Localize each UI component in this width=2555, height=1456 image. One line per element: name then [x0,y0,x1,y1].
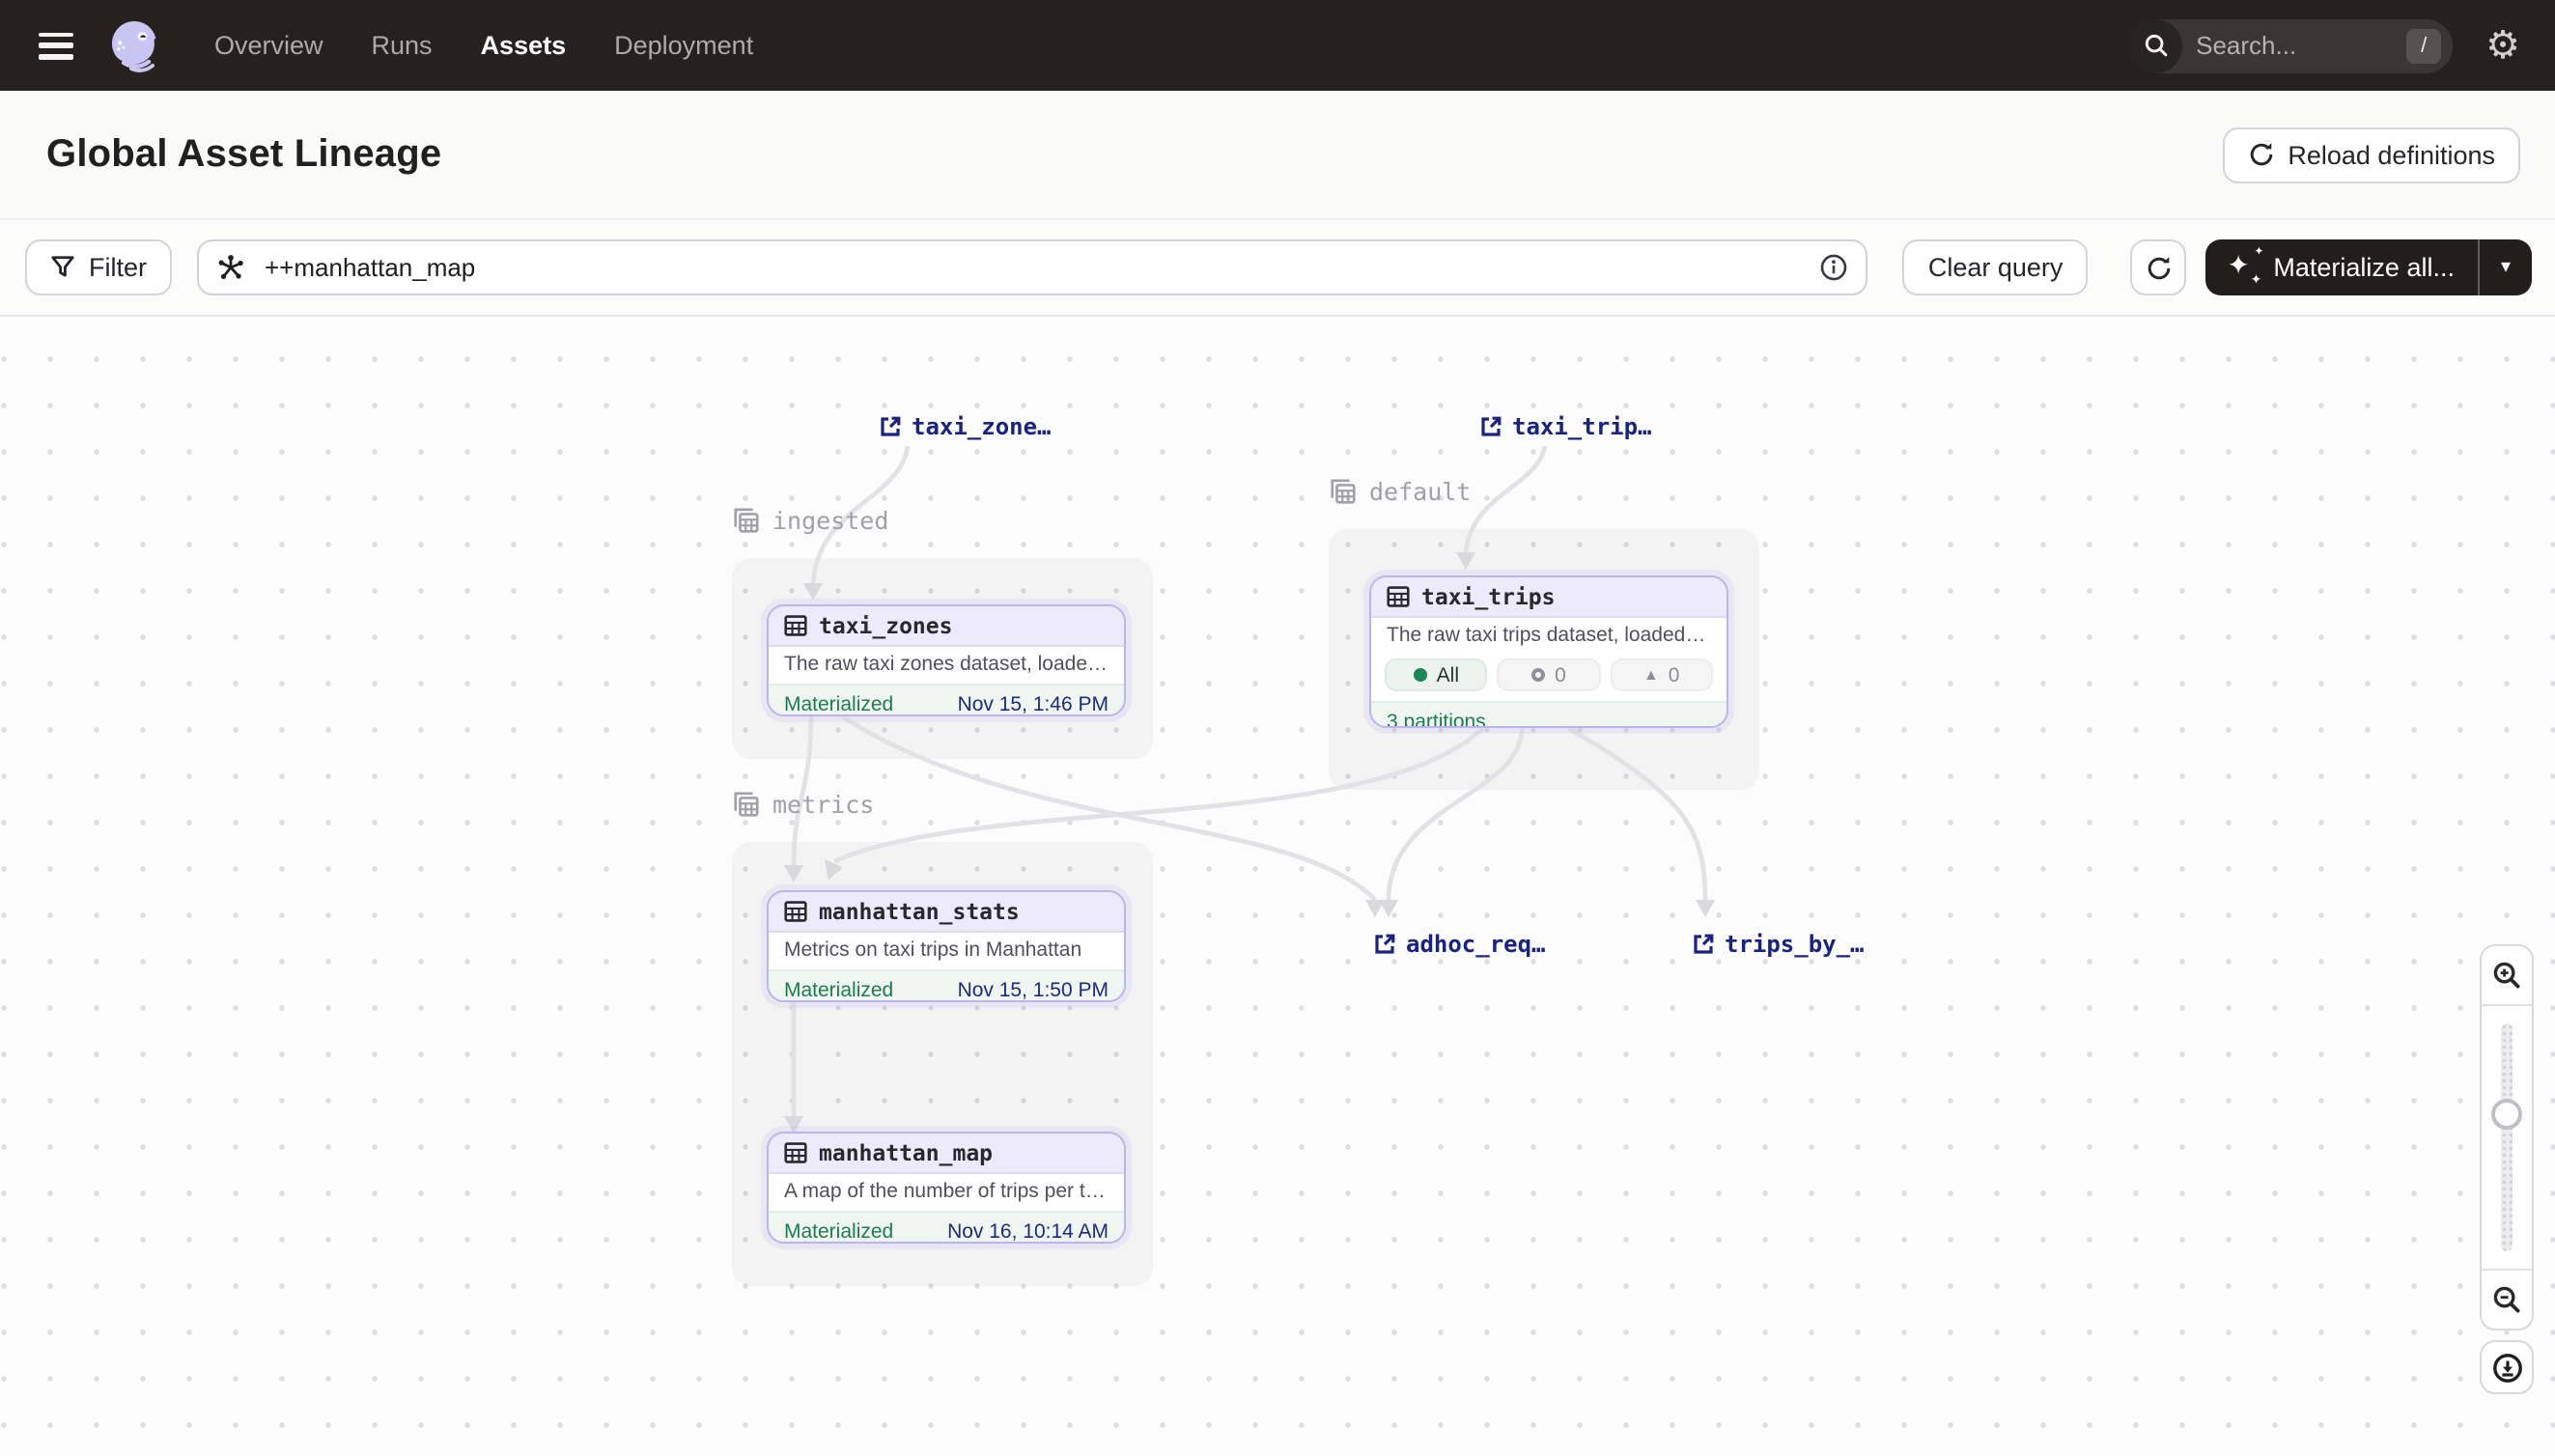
refresh-button[interactable] [2130,239,2186,295]
asset-node-manhattan-map[interactable]: manhattan_map A map of the number of tri… [767,1132,1126,1244]
external-link-icon [1373,933,1396,956]
app-root: Overview Runs Assets Deployment / ⚙ Glob… [0,0,2555,1456]
lineage-edges [0,317,2555,1454]
table-icon [784,1141,807,1164]
reload-icon [2247,141,2274,168]
materialize-all-button[interactable]: ✦ ✦ ✦ Materialize all... ▾ [2205,239,2532,295]
partitions-count: 3 partitions [1387,711,1486,728]
zoom-slider-handle[interactable] [2491,1099,2522,1130]
materialization-timestamp: Nov 15, 1:50 PM [958,978,1109,1001]
materialize-dropdown-caret[interactable]: ▾ [2480,239,2532,295]
triangle-icon: ▲ [1643,667,1659,683]
nav-menu: Overview Runs Assets Deployment [214,31,753,60]
asset-description: A map of the number of trips per taxi zo… [769,1174,1124,1211]
search-shortcut-badge: / [2406,28,2441,63]
query-info-icon[interactable] [1820,253,1849,282]
clear-query-button[interactable]: Clear query [1903,239,2089,295]
nav-item-assets[interactable]: Assets [481,31,567,60]
materialization-timestamp: Nov 15, 1:46 PM [958,692,1109,715]
status-badge: Materialized [784,692,893,715]
asset-description: Metrics on taxi trips in Manhattan [769,933,1124,969]
asset-node-taxi-zones[interactable]: taxi_zones The raw taxi zones dataset, l… [767,604,1126,716]
download-icon [2490,1351,2523,1384]
zoom-out-button[interactable] [2482,1271,2532,1329]
partition-pill-failed[interactable]: ▲ 0 [1610,658,1713,691]
nav-item-runs[interactable]: Runs [372,31,433,60]
dagster-logo[interactable] [106,16,164,74]
group-icon [732,790,761,819]
group-icon [732,506,761,535]
external-asset-link-taxi-trip[interactable]: taxi_trip… [1479,413,1652,440]
partition-pill-missing[interactable]: 0 [1498,658,1601,691]
external-asset-link-trips-by[interactable]: trips_by_… [1692,931,1865,958]
filter-funnel-icon [50,255,75,280]
search-box[interactable]: / [2128,18,2453,72]
partition-pill-all[interactable]: All [1385,658,1488,691]
external-link-icon [879,415,902,438]
filter-button[interactable]: Filter [25,239,172,295]
zoom-slider-track [2501,1023,2513,1251]
asset-node-taxi-trips[interactable]: taxi_trips The raw taxi trips dataset, l… [1369,575,1728,728]
menu-icon[interactable] [39,32,73,59]
zoom-slider[interactable] [2482,1004,2532,1271]
zoom-panel [2480,944,2534,1330]
table-icon [1387,585,1410,608]
asset-description: The raw taxi trips dataset, loaded into … [1371,618,1727,655]
top-nav: Overview Runs Assets Deployment / ⚙ [0,0,2555,91]
refresh-icon [2145,254,2172,281]
asset-query-input[interactable] [261,251,1805,284]
sparkle-icon: ✦ ✦ ✦ [2229,253,2258,282]
external-link-icon [1692,933,1715,956]
group-label-metrics[interactable]: metrics [732,790,874,819]
asset-description: The raw taxi zones dataset, loaded into … [769,647,1124,684]
materialization-timestamp: Nov 16, 10:14 AM [947,1219,1109,1243]
lineage-toolbar: Filter Clear query [0,220,2555,317]
search-icon [2128,18,2182,72]
external-asset-link-adhoc-req[interactable]: adhoc_req… [1373,931,1546,958]
zoom-in-icon [2491,960,2522,991]
nav-item-deployment[interactable]: Deployment [614,31,753,60]
download-view-button[interactable] [2480,1340,2534,1394]
green-dot-icon [1414,668,1427,682]
settings-gear-icon[interactable]: ⚙ [2485,26,2520,65]
lineage-canvas[interactable]: ingested default metrics taxi_zone… taxi… [0,317,2555,1454]
hollow-circle-icon [1531,668,1545,682]
reload-definitions-button[interactable]: Reload definitions [2222,126,2520,182]
group-label-default[interactable]: default [1329,477,1471,506]
external-asset-link-taxi-zone[interactable]: taxi_zone… [879,413,1052,440]
group-icon [1329,477,1358,506]
zoom-in-button[interactable] [2482,946,2532,1004]
asset-query-input-wrapper[interactable] [197,239,1868,295]
nav-item-overview[interactable]: Overview [214,31,323,60]
page-header: Global Asset Lineage Reload definitions [0,91,2555,220]
status-badge: Materialized [784,1219,893,1243]
search-input[interactable] [2182,31,2406,60]
graph-query-icon [216,253,245,282]
table-icon [784,614,807,637]
zoom-out-icon [2491,1284,2522,1315]
status-badge: Materialized [784,978,893,1001]
page-title: Global Asset Lineage [46,132,441,177]
asset-node-manhattan-stats[interactable]: manhattan_stats Metrics on taxi trips in… [767,890,1126,1002]
table-icon [784,900,807,923]
group-label-ingested[interactable]: ingested [732,506,888,535]
external-link-icon [1479,415,1502,438]
